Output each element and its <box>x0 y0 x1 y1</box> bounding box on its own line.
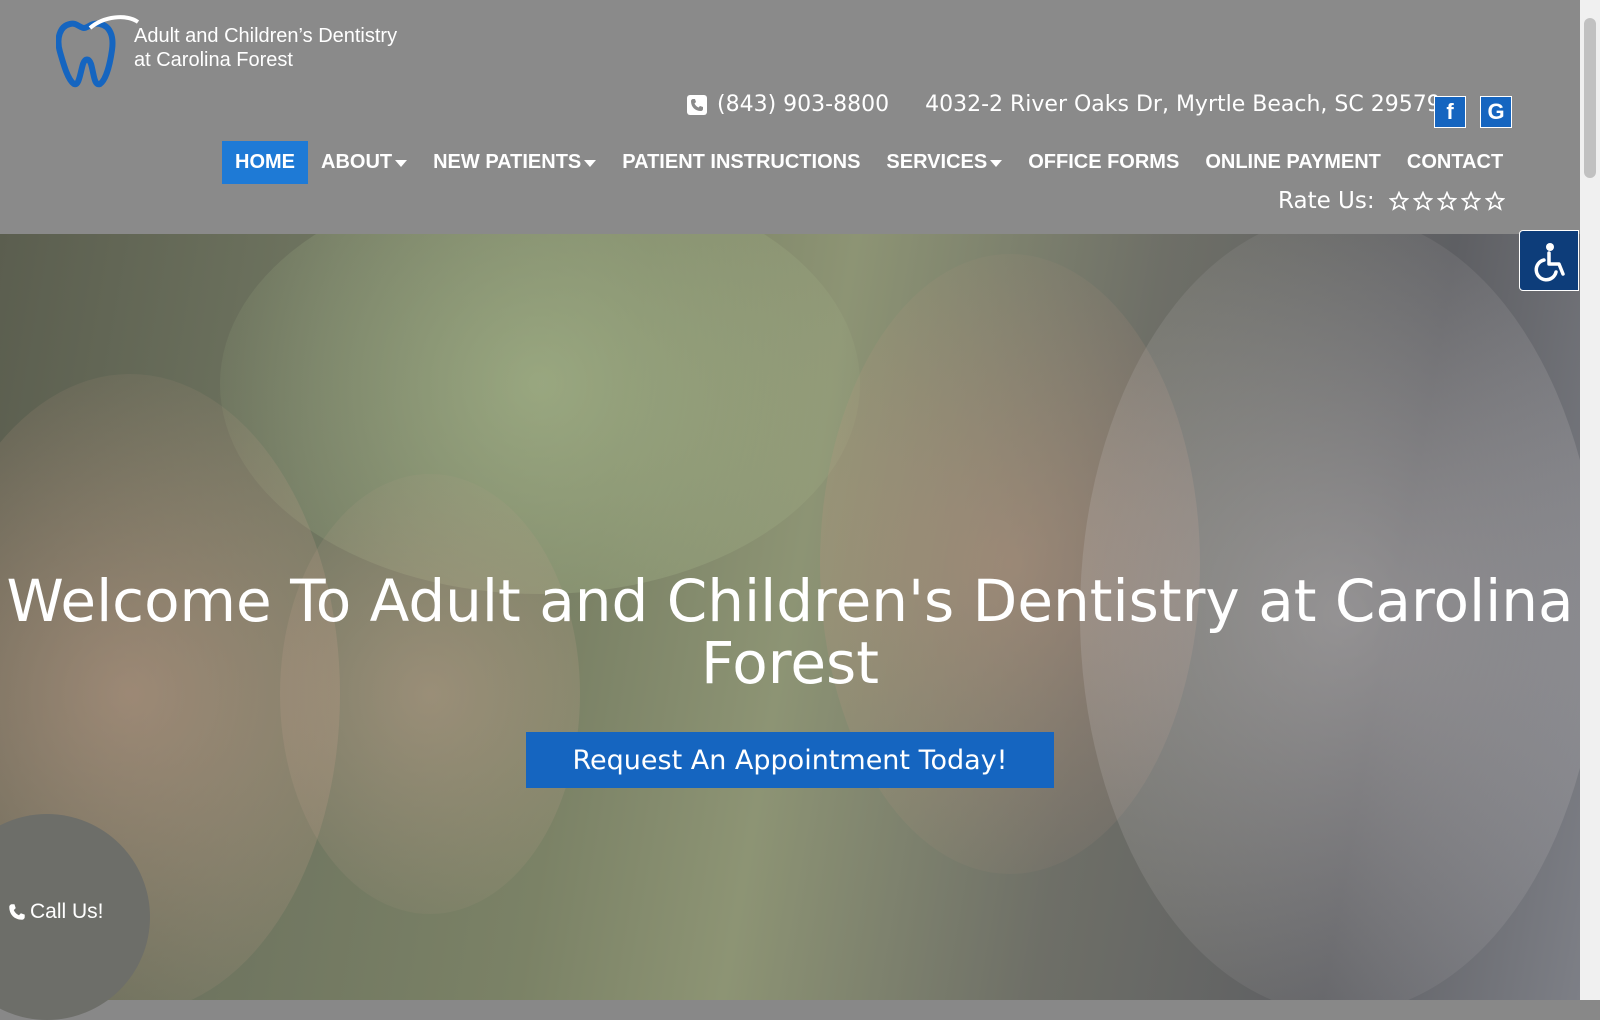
caret-down-icon <box>584 160 597 167</box>
nav-services[interactable]: SERVICES <box>873 141 1015 184</box>
accessibility-button[interactable] <box>1519 230 1579 291</box>
logo-text: Adult and Children’s Dentistry at Caroli… <box>134 24 397 72</box>
nav-patient-instructions[interactable]: PATIENT INSTRUCTIONS <box>609 141 873 184</box>
hero-photo-child <box>280 474 580 914</box>
hero-section: Welcome To Adult and Children's Dentistr… <box>0 234 1580 1000</box>
hero-title: Welcome To Adult and Children's Dentistr… <box>6 567 1574 697</box>
nav-contact[interactable]: CONTACT <box>1394 141 1516 184</box>
caret-down-icon <box>395 160 408 167</box>
phone-link[interactable]: (843) 903-8800 <box>717 92 889 117</box>
main-nav: HOME ABOUT NEW PATIENTS PATIENT INSTRUCT… <box>222 141 1516 184</box>
nav-about[interactable]: ABOUT <box>308 141 420 184</box>
nav-about-label: ABOUT <box>321 151 393 173</box>
site-header: Adult and Children’s Dentistry at Caroli… <box>0 0 1580 234</box>
social-links: f G <box>1434 96 1512 128</box>
logo-line-2: at Carolina Forest <box>134 49 293 71</box>
rate-us-label: Rate Us: <box>1278 188 1375 214</box>
nav-services-label: SERVICES <box>886 151 988 173</box>
nav-office-forms[interactable]: OFFICE FORMS <box>1015 141 1192 184</box>
google-icon[interactable]: G <box>1480 96 1512 128</box>
call-us-content: Call Us! <box>8 900 104 924</box>
star-outline-icon[interactable] <box>1388 191 1409 211</box>
phone-icon <box>9 904 25 920</box>
hero-photo-foliage <box>220 234 860 594</box>
wheelchair-icon <box>1534 242 1565 281</box>
site-logo[interactable]: Adult and Children’s Dentistry at Caroli… <box>56 14 397 90</box>
star-outline-icon[interactable] <box>1484 191 1505 211</box>
address-link[interactable]: 4032-2 River Oaks Dr, Myrtle Beach, SC 2… <box>925 92 1441 117</box>
contact-line: (843) 903-8800 4032-2 River Oaks Dr, Myr… <box>687 92 1441 117</box>
star-outline-icon[interactable] <box>1412 191 1433 211</box>
caret-down-icon <box>990 160 1003 167</box>
nav-home[interactable]: HOME <box>222 141 308 184</box>
page-scrollbar[interactable] <box>1580 0 1600 1000</box>
logo-line-1: Adult and Children’s Dentistry <box>134 25 398 47</box>
nav-online-payment[interactable]: ONLINE PAYMENT <box>1192 141 1394 184</box>
call-us-label: Call Us! <box>30 900 104 923</box>
rate-us: Rate Us: <box>1278 188 1505 214</box>
phone-icon <box>687 94 707 115</box>
tooth-logo-icon <box>56 15 140 88</box>
rating-stars <box>1388 191 1505 211</box>
nav-new-patients-label: NEW PATIENTS <box>433 151 582 173</box>
request-appointment-button[interactable]: Request An Appointment Today! <box>526 732 1054 788</box>
nav-new-patients[interactable]: NEW PATIENTS <box>420 141 609 184</box>
facebook-icon[interactable]: f <box>1434 96 1466 128</box>
scrollbar-thumb[interactable] <box>1584 18 1596 178</box>
star-outline-icon[interactable] <box>1436 191 1457 211</box>
star-outline-icon[interactable] <box>1460 191 1481 211</box>
